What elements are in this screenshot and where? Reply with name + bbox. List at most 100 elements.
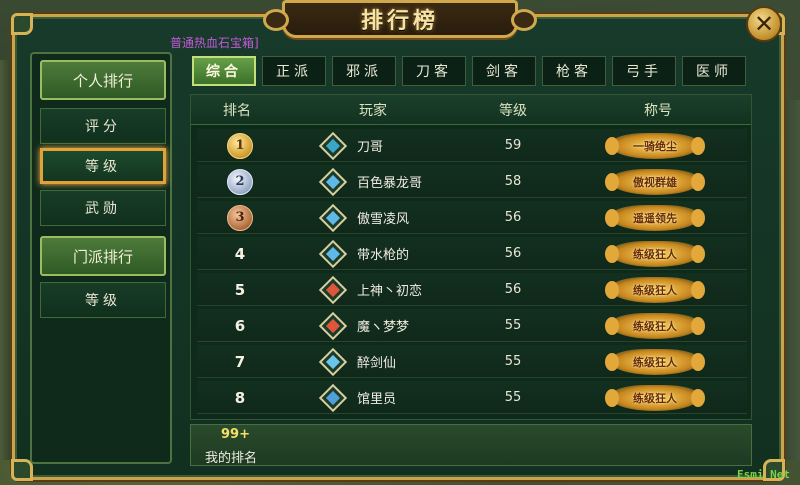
- spear-class-icon: [318, 167, 348, 196]
- title-cell: 一骑绝尘: [563, 129, 747, 162]
- tab-sword[interactable]: 剑客: [472, 56, 536, 86]
- level-cell: 58: [504, 174, 522, 189]
- title-badge: 一骑绝尘: [605, 132, 705, 159]
- fire-class-icon: [318, 311, 348, 340]
- tab-blade[interactable]: 刀客: [402, 56, 466, 86]
- tab-righteous[interactable]: 正派: [262, 56, 326, 86]
- fire-class-icon: [318, 275, 348, 304]
- table-header: 排名 玩家 等级 称号: [191, 95, 751, 125]
- level-cell: 59: [504, 138, 522, 153]
- title-badge-text: 傲视群雄: [633, 175, 677, 189]
- title-cell: 练级狂人: [563, 237, 747, 270]
- class-icon-gem: [325, 174, 341, 189]
- table-row[interactable]: 3 傲雪凌风 56 遥遥领先: [197, 201, 747, 234]
- my-rank-bar: 99+ 我的排名: [190, 424, 752, 466]
- rank-cell: 4: [197, 237, 283, 270]
- tab-evil[interactable]: 邪派: [332, 56, 396, 86]
- level-cell: 55: [504, 354, 522, 369]
- class-icon-gem: [325, 318, 341, 333]
- level-cell: 55: [504, 390, 522, 405]
- tab-healer[interactable]: 医师: [682, 56, 746, 86]
- blade-class-icon: [318, 131, 348, 160]
- title-badge: 遥遥领先: [605, 204, 705, 231]
- rank-cell: 6: [197, 309, 283, 342]
- title-cell: 遥遥领先: [563, 201, 747, 234]
- sword-class-icon: [318, 347, 348, 376]
- panel-corner-ornament: [11, 13, 33, 35]
- table-row[interactable]: 4 带水枪的 56 练级狂人: [197, 237, 747, 270]
- level-cell: 56: [504, 282, 522, 297]
- title-badge-text: 练级狂人: [633, 283, 677, 297]
- rank-number: 7: [234, 352, 246, 371]
- system-notice: 普通热血石宝箱]: [170, 36, 259, 50]
- table-row[interactable]: 8 馆里员 55 练级狂人: [197, 381, 747, 414]
- title-cell: 练级狂人: [563, 345, 747, 378]
- spear-class-icon: [318, 203, 348, 232]
- class-icon-gem: [325, 210, 341, 225]
- title-cell: 练级狂人: [563, 309, 747, 342]
- title-cell: 练级狂人: [563, 273, 747, 306]
- level-cell: 56: [504, 210, 522, 225]
- table-row[interactable]: 2 百色暴龙哥 58 傲视群雄: [197, 165, 747, 198]
- class-icon-gem: [325, 138, 341, 153]
- sidebar-item-merit[interactable]: 武勋: [40, 190, 166, 226]
- title-badge: 练级狂人: [605, 384, 705, 411]
- rank-number: 8: [234, 388, 246, 407]
- class-icon-gem: [325, 354, 341, 369]
- title-badge: 练级狂人: [605, 312, 705, 339]
- title-badge: 练级狂人: [605, 240, 705, 267]
- class-filter-tabs: 综合 正派 邪派 刀客 剑客 枪客 弓手 医师: [192, 56, 752, 88]
- rank-number: 4: [234, 244, 246, 263]
- panel-corner-ornament: [11, 459, 33, 481]
- faction-ranking-header[interactable]: 门派排行: [40, 236, 166, 276]
- title-wing-ornament: [263, 9, 289, 31]
- sidebar-item-faction-level[interactable]: 等级: [40, 282, 166, 318]
- title-badge-text: 练级狂人: [633, 319, 677, 333]
- rank-cell: 7: [197, 345, 283, 378]
- rank-number: 5: [234, 280, 246, 299]
- title-badge: 练级狂人: [605, 348, 705, 375]
- rank-cell: 1: [197, 129, 283, 162]
- title-badge-text: 练级狂人: [633, 391, 677, 405]
- class-icon-gem: [325, 246, 341, 261]
- table-row[interactable]: 1 刀哥 59 一骑绝尘: [197, 129, 747, 162]
- level-cell: 55: [504, 318, 522, 333]
- rank-cell: 3: [197, 201, 283, 234]
- table-row[interactable]: 6 魔ヽ梦梦 55 练级狂人: [197, 309, 747, 342]
- title-badge-text: 遥遥领先: [633, 211, 677, 225]
- table-row[interactable]: 7 醉剑仙 55 练级狂人: [197, 345, 747, 378]
- spear-class-icon: [318, 239, 348, 268]
- player-name: 醉剑仙: [357, 356, 397, 371]
- title-badge: 练级狂人: [605, 276, 705, 303]
- page-title: 排行榜: [360, 8, 439, 34]
- class-icon-gem: [325, 282, 341, 297]
- gold-medal-icon: 1: [227, 132, 253, 159]
- sidebar-item-level[interactable]: 等级: [40, 148, 166, 184]
- ranking-table[interactable]: 排名 玩家 等级 称号 1 刀哥 59 一骑绝尘 2 百色暴龙哥 58 傲视群雄 3 傲雪凌风 56…: [190, 94, 752, 420]
- title-badge-text: 练级狂人: [633, 355, 677, 369]
- personal-ranking-header[interactable]: 个人排行: [40, 60, 166, 100]
- arrow-class-icon: [318, 383, 348, 412]
- close-icon: ✕: [753, 10, 775, 38]
- class-icon-gem: [325, 390, 341, 405]
- close-button[interactable]: ✕: [746, 6, 782, 42]
- title-cell: 练级狂人: [563, 381, 747, 414]
- site-watermark: Esmi Net: [737, 468, 790, 481]
- player-name: 上神丶初恋: [357, 284, 423, 299]
- title-badge-text: 一骑绝尘: [633, 139, 677, 153]
- sidebar-item-score[interactable]: 评分: [40, 108, 166, 144]
- bronze-medal-icon: 3: [227, 204, 253, 231]
- rank-cell: 5: [197, 273, 283, 306]
- player-name: 傲雪凌风: [357, 212, 410, 227]
- table-row[interactable]: 5 上神丶初恋 56 练级狂人: [197, 273, 747, 306]
- tab-archer[interactable]: 弓手: [612, 56, 676, 86]
- player-name: 百色暴龙哥: [357, 176, 423, 191]
- silver-medal-icon: 2: [227, 168, 253, 195]
- tab-all[interactable]: 综合: [192, 56, 256, 86]
- rank-cell: 8: [197, 381, 283, 414]
- column-header-title: 称号: [644, 103, 672, 119]
- tab-spear[interactable]: 枪客: [542, 56, 606, 86]
- category-sidebar: 个人排行 评分 等级 武勋 门派排行 等级: [30, 52, 172, 464]
- title-wing-ornament: [511, 9, 537, 31]
- player-name: 刀哥: [357, 140, 384, 155]
